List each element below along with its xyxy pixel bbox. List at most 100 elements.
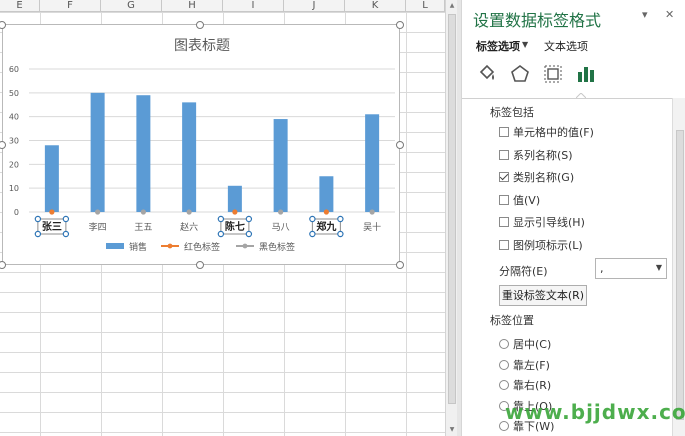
chart-resize-handle-bottom-right[interactable] [396, 261, 404, 269]
checkbox-cell-value[interactable]: 单元格中的值(F) [499, 124, 594, 139]
data-label-handle[interactable] [245, 230, 253, 238]
black-label-marker[interactable] [140, 209, 146, 215]
bar[interactable] [273, 119, 288, 212]
data-label-handle[interactable] [337, 215, 344, 223]
chart-area[interactable]: 图表标题 0 10 20 30 40 50 60 张三 李四 王五 赵六 陈七 马八 郑九 吴十销售 红色标签 黑… [2, 24, 400, 265]
y-tick-label[interactable]: 10 [9, 184, 19, 193]
separator-select[interactable]: , ▼ [595, 258, 667, 279]
column-header-h[interactable]: H [162, 0, 223, 12]
y-tick-label[interactable]: 40 [9, 113, 19, 122]
legend-entry[interactable]: 销售 [129, 241, 147, 253]
chart-resize-handle-top[interactable] [196, 21, 204, 29]
legend-key-marker[interactable] [242, 243, 248, 249]
pane-options-chevron-icon[interactable]: ▾ [642, 8, 648, 21]
bar[interactable] [182, 102, 197, 212]
checkbox-box[interactable] [499, 127, 509, 137]
tab-text-options[interactable]: 文本选项 [544, 38, 588, 54]
y-tick-label[interactable]: 50 [9, 89, 19, 98]
category-label[interactable]: 张三 [42, 220, 62, 233]
radio-button[interactable] [499, 380, 509, 390]
sheet-vertical-scrollbar[interactable]: ▲ ▼ [445, 0, 457, 436]
bar[interactable] [90, 92, 105, 212]
bar[interactable] [136, 95, 151, 212]
checkbox-show-leader-lines[interactable]: 显示引导线(H) [499, 214, 585, 229]
chevron-down-icon[interactable]: ▼ [656, 263, 662, 272]
radio-right[interactable]: 靠右(R) [499, 377, 551, 392]
checkbox-series-name[interactable]: 系列名称(S) [499, 147, 573, 162]
tab-label-options[interactable]: 标签选项 [476, 38, 520, 54]
category-label[interactable]: 赵六 [180, 221, 198, 233]
checkbox-box[interactable] [499, 195, 509, 205]
black-label-marker[interactable] [95, 209, 101, 215]
size-properties-icon[interactable] [542, 63, 564, 85]
legend-key[interactable] [106, 243, 124, 249]
category-label[interactable]: 吴十 [363, 221, 381, 233]
checkbox-legend-key[interactable]: 图例项标示(L) [499, 237, 583, 252]
bar[interactable] [227, 185, 242, 212]
radio-button[interactable] [499, 360, 509, 370]
column-header-k[interactable]: K [345, 0, 406, 12]
category-label[interactable]: 马八 [272, 222, 290, 233]
column-header-e[interactable]: E [0, 0, 40, 12]
data-label-handle[interactable] [245, 215, 253, 223]
worksheet-grid[interactable]: E F G H I J K L 图表标题 0 10 20 30 40 50 60 张三 李四 王五 赵… [0, 0, 445, 436]
column-header-g[interactable]: G [101, 0, 162, 12]
checkbox-box[interactable] [499, 150, 509, 160]
column-header-f[interactable]: F [40, 0, 101, 12]
chart-resize-handle-top-right[interactable] [396, 21, 404, 29]
black-label-marker[interactable] [186, 209, 192, 215]
pane-scroll-thumb[interactable] [676, 130, 684, 420]
red-label-marker[interactable] [232, 209, 238, 215]
bar[interactable] [44, 145, 59, 212]
fill-icon[interactable] [476, 63, 498, 85]
chart-title[interactable]: 图表标题 [174, 38, 230, 54]
chart-resize-handle-bottom[interactable] [196, 261, 204, 269]
tab-label-options-dropdown-icon[interactable]: ▼ [522, 40, 528, 49]
shape-outline-icon[interactable] [509, 63, 531, 85]
sheet-scroll-thumb[interactable] [448, 14, 456, 404]
data-label-handle[interactable] [34, 230, 42, 238]
bar-chart-icon[interactable] [575, 63, 597, 85]
y-tick-label[interactable]: 20 [9, 160, 19, 169]
scroll-down-arrow-icon[interactable]: ▼ [448, 426, 456, 434]
data-label-handle[interactable] [34, 215, 42, 223]
data-label-handle[interactable] [337, 230, 344, 238]
category-label[interactable]: 郑九 [316, 220, 336, 233]
checkbox-box-checked[interactable] [499, 172, 509, 182]
y-tick-label[interactable]: 0 [14, 208, 19, 217]
pane-close-icon[interactable]: ✕ [665, 8, 674, 21]
data-label-handle[interactable] [309, 230, 316, 238]
legend-entry[interactable]: 红色标签 [184, 241, 220, 253]
red-label-marker[interactable] [323, 209, 329, 215]
chart-canvas[interactable]: 图表标题 0 10 20 30 40 50 60 张三 李四 王五 赵六 陈七 马八 郑九 吴十销售 红色标签 黑… [3, 25, 401, 266]
bar[interactable] [319, 176, 334, 212]
y-tick-label[interactable]: 30 [9, 137, 19, 146]
category-label[interactable]: 李四 [89, 221, 107, 233]
category-label[interactable]: 王五 [134, 222, 152, 233]
black-label-marker[interactable] [369, 209, 375, 215]
legend-entry[interactable]: 黑色标签 [259, 241, 295, 253]
black-label-marker[interactable] [278, 209, 284, 215]
red-label-marker[interactable] [49, 209, 55, 215]
chart-resize-handle-right[interactable] [396, 141, 404, 149]
checkbox-box[interactable] [499, 217, 509, 227]
scroll-up-arrow-icon[interactable]: ▲ [448, 2, 456, 10]
pane-vertical-scrollbar[interactable] [672, 98, 685, 436]
bar[interactable] [365, 114, 380, 212]
radio-left[interactable]: 靠左(F) [499, 357, 550, 372]
data-label-handle[interactable] [217, 230, 225, 238]
radio-center[interactable]: 居中(C) [499, 336, 551, 351]
data-label-handle[interactable] [62, 230, 70, 238]
column-header-j[interactable]: J [284, 0, 345, 12]
column-header-l[interactable]: L [406, 0, 445, 12]
checkbox-category-name[interactable]: 类别名称(G) [499, 169, 574, 184]
y-tick-label[interactable]: 60 [9, 65, 19, 74]
legend-key-marker[interactable] [167, 243, 173, 249]
data-label-handle[interactable] [309, 215, 316, 223]
checkbox-value[interactable]: 值(V) [499, 192, 540, 207]
data-label-handle[interactable] [62, 215, 70, 223]
data-label-handle[interactable] [217, 215, 225, 223]
checkbox-box[interactable] [499, 240, 509, 250]
category-label[interactable]: 陈七 [225, 220, 245, 233]
reset-label-text-button[interactable]: 重设标签文本(R) [499, 285, 587, 306]
